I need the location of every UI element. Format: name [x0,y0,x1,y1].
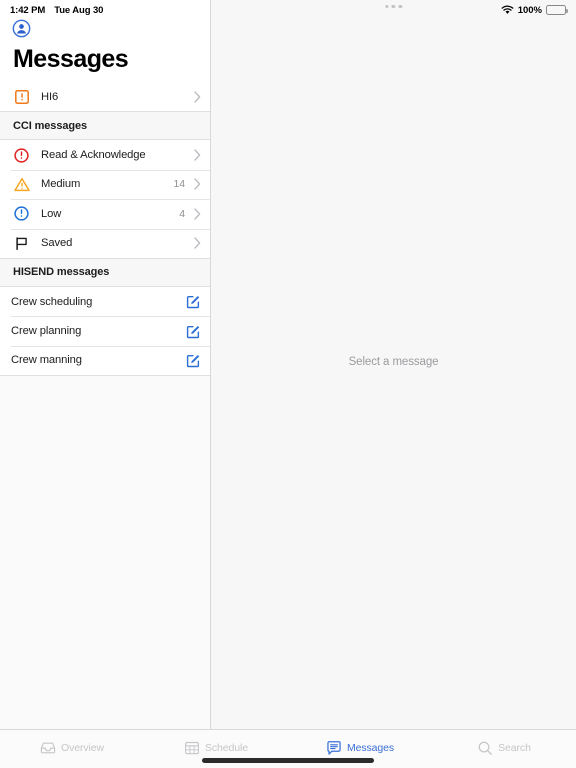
multitasking-dots-icon[interactable] [384,5,403,9]
exclamation-circle-red-icon [11,145,32,166]
tab-overview[interactable]: Overview [0,737,144,758]
page-title: Messages [13,45,129,73]
section-header-hisend: HISEND messages [0,257,210,287]
sidebar-item-medium[interactable]: Medium 14 [0,169,210,200]
app-root: 1:42 PM Tue Aug 30 100% Messages HI6 CCI… [0,0,576,768]
sidebar-item-count: 4 [179,207,185,220]
chevron-right-icon [194,208,201,220]
flag-outline-icon [11,233,32,254]
exclamation-square-orange-icon [11,86,32,107]
sidebar-item-label: Low [41,207,62,220]
home-indicator[interactable] [202,758,374,763]
inbox-icon [40,742,56,753]
tab-schedule[interactable]: Schedule [144,737,288,758]
sidebar-item-crew-manning[interactable]: Crew manning [0,345,210,376]
sidebar-item-label: Crew planning [11,325,82,338]
sidebar-item-label: Crew scheduling [11,295,93,308]
compose-icon[interactable] [186,324,201,339]
exclamation-circle-blue-icon [11,203,32,224]
sidebar-item-hi6[interactable]: HI6 [0,82,210,112]
speech-bubble-icon [327,740,341,755]
warning-triangle-amber-icon [11,174,32,195]
sidebar-section-hisend-rows: Crew scheduling Crew planning Crew manni… [0,286,210,376]
page-title-wrap: Messages [0,41,210,82]
sidebar-item-label: Read & Acknowledge [41,149,146,162]
chevron-right-icon [194,237,201,249]
sidebar-item-read-acknowledge[interactable]: Read & Acknowledge [0,140,210,170]
tab-label: Overview [61,741,104,754]
split-view: Messages HI6 CCI messages Read & Acknowl… [0,0,576,729]
sidebar-empty-area [0,375,210,729]
sidebar-header: Messages [0,0,210,82]
sidebar-top-rows: HI6 [0,82,210,112]
sidebar-item-count: 14 [173,178,186,191]
sidebar-section-cci-rows: Read & Acknowledge Medium 14 Low 4 Saved [0,140,210,258]
sidebar-item-label: Medium [41,178,81,191]
magnifier-icon [478,741,493,755]
account-button[interactable] [0,15,210,41]
sidebar: Messages HI6 CCI messages Read & Acknowl… [0,0,211,729]
compose-icon[interactable] [186,353,201,368]
tab-search[interactable]: Search [432,737,576,758]
tab-label: Schedule [205,741,248,754]
sidebar-item-low[interactable]: Low 4 [0,199,210,229]
sidebar-item-label: HI6 [41,90,59,103]
sidebar-item-crew-planning[interactable]: Crew planning [0,316,210,346]
detail-pane: Select a message [211,0,576,729]
compose-icon[interactable] [186,294,201,309]
tab-messages[interactable]: Messages [288,737,432,758]
sidebar-item-saved[interactable]: Saved [0,228,210,258]
account-circle-icon [12,19,31,37]
chevron-right-icon [194,90,201,103]
chevron-right-icon [194,178,201,191]
empty-state-text: Select a message [348,355,439,368]
section-header-cci: CCI messages [0,111,210,141]
tab-label: Messages [346,741,395,754]
calendar-grid-icon [185,741,199,754]
tab-label: Search [498,741,531,754]
sidebar-item-label: Crew manning [11,354,82,367]
sidebar-item-crew-scheduling[interactable]: Crew scheduling [0,286,210,317]
chevron-right-icon [194,149,201,161]
sidebar-item-label: Saved [41,237,73,250]
